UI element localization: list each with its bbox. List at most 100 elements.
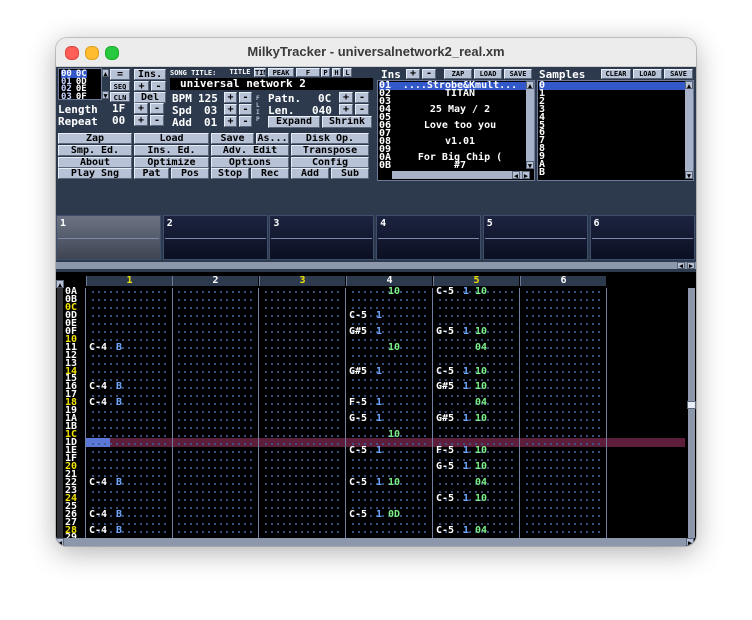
instrument-cell[interactable]: B — [116, 398, 122, 408]
instrument-button-4[interactable]: SAVE — [504, 69, 532, 79]
instrument-cell[interactable]: 1 — [463, 366, 469, 376]
volume-cell[interactable]: 10 — [475, 287, 487, 297]
sample-row[interactable]: A — [539, 160, 685, 170]
volume-cell[interactable]: 10 — [475, 461, 487, 471]
orderlist-scroll-up-icon[interactable]: ▲ — [102, 69, 109, 78]
pattern-vscroll-thumb[interactable] — [687, 401, 696, 409]
main-button-play-sng[interactable]: Play Sng — [58, 168, 132, 180]
channel-scope-6[interactable]: 6 — [589, 215, 695, 260]
channel-scope-2[interactable]: 2 — [162, 215, 268, 260]
orderlist-scroll-down-icon[interactable]: ▼ — [102, 91, 109, 100]
channel-header-5[interactable]: 5 — [433, 276, 519, 286]
instrument-cell[interactable]: 1 — [463, 493, 469, 503]
channel-header-2[interactable]: 2 — [172, 276, 258, 286]
main-button-pos[interactable]: Pos — [171, 168, 209, 180]
note-cell[interactable]: C-5 — [436, 525, 454, 535]
bpm-minus-button[interactable]: - — [239, 92, 252, 103]
instrument-button-3[interactable]: LOAD — [474, 69, 502, 79]
len-minus-button[interactable]: - — [355, 104, 369, 115]
main-button-smp-ed[interactable]: Smp. Ed. — [58, 144, 132, 156]
repeat-minus-button[interactable]: - — [150, 115, 164, 126]
length-plus-button[interactable]: + — [134, 103, 148, 114]
note-cell[interactable]: C-5 — [349, 509, 367, 519]
patn-plus-button[interactable]: + — [339, 92, 353, 103]
volume-cell[interactable]: 10 — [388, 430, 400, 440]
note-cell[interactable]: C-4 — [89, 398, 107, 408]
instrument-scroll-down-icon[interactable]: ▼ — [526, 161, 534, 170]
instrument-cell[interactable]: 1 — [463, 287, 469, 297]
instrument-cell[interactable]: 1 — [376, 477, 382, 487]
instrument-cell[interactable]: 1 — [463, 525, 469, 535]
volume-cell[interactable]: 10 — [388, 477, 400, 487]
pattern-editor[interactable]: 123456 0A 10 C-5 1 10 0B 0C 0D C-5 1 0E 0F G#5 1 G-5 1 1… — [56, 272, 696, 546]
note-cell[interactable]: C-4 — [89, 382, 107, 392]
expand-button[interactable]: Expand — [268, 116, 320, 128]
note-cell[interactable]: G-5 — [436, 326, 454, 336]
order-del-button[interactable]: Del — [134, 92, 166, 103]
instrument-row[interactable]: 02 TITAN — [379, 89, 526, 99]
main-button-sub[interactable]: Sub — [331, 168, 369, 180]
main-button-ins-ed[interactable]: Ins. Ed. — [134, 144, 209, 156]
volume-cell[interactable]: 04 — [475, 477, 487, 487]
sample-button-save[interactable]: SAVE — [664, 69, 693, 79]
main-button-config[interactable]: Config — [291, 156, 369, 168]
main-button-as[interactable]: As... — [256, 133, 289, 144]
scope-hscrollbar[interactable] — [56, 262, 696, 269]
scope-scroll-right-icon[interactable]: ◀ — [677, 262, 685, 270]
main-button-add[interactable]: Add — [291, 168, 329, 180]
pattern-scroll-right-icon[interactable]: ▶ — [686, 538, 694, 546]
note-cell[interactable]: C-5 — [436, 366, 454, 376]
instrument-scrollbar[interactable] — [526, 81, 534, 169]
volume-cell[interactable]: 10 — [388, 287, 400, 297]
main-button-stop[interactable]: Stop — [211, 168, 249, 180]
spd-plus-button[interactable]: + — [224, 104, 237, 115]
instrument-cell[interactable]: 1 — [376, 398, 382, 408]
main-button-rec[interactable]: Rec — [251, 168, 289, 180]
volume-cell[interactable]: 04 — [475, 398, 487, 408]
main-button-options[interactable]: Options — [211, 156, 289, 168]
volume-cell[interactable]: 04 — [475, 342, 487, 352]
title-mode-button-5[interactable]: H — [332, 68, 341, 77]
note-cell[interactable]: C-4 — [89, 525, 107, 535]
sample-row[interactable]: B — [539, 167, 685, 177]
volume-cell[interactable]: 04 — [475, 525, 487, 535]
instrument-cell[interactable]: 1 — [376, 310, 382, 320]
instrument-cell[interactable]: B — [116, 382, 122, 392]
instrument-cell[interactable]: 1 — [463, 461, 469, 471]
instrument-row[interactable]: 0A For Big Chip ( — [379, 153, 526, 163]
channel-scope-3[interactable]: 3 — [269, 215, 375, 260]
channel-header-3[interactable]: 3 — [259, 276, 345, 286]
note-cell[interactable]: G#5 — [349, 326, 367, 336]
title-mode-button-6[interactable]: L — [343, 68, 352, 77]
orderlist-panel[interactable]: 00 0C 01 0D 02 0E 03 0F — [58, 68, 102, 100]
instrument-scroll-right-icon[interactable]: ▶ — [522, 171, 530, 180]
instrument-cell[interactable]: 1 — [463, 326, 469, 336]
main-button-save[interactable]: Save — [211, 133, 254, 144]
channel-scope-5[interactable]: 5 — [482, 215, 588, 260]
instrument-cell[interactable]: 1 — [376, 509, 382, 519]
sample-row[interactable]: 2 — [539, 96, 685, 106]
sample-button-clear[interactable]: CLEAR — [601, 69, 631, 79]
pattern-vscrollbar-left[interactable] — [57, 288, 63, 538]
sample-row[interactable]: 4 — [539, 112, 685, 122]
pattern-hscrollbar[interactable] — [64, 538, 686, 546]
instrument-list[interactable]: 01 ....Strobe&Kmult... 02 TITAN 03 04 25 May /… — [377, 80, 535, 181]
instrument-row[interactable]: 06 Love too you — [379, 121, 526, 131]
instrument-cell[interactable]: B — [116, 342, 122, 352]
main-button-about[interactable]: About — [58, 156, 132, 168]
note-cell[interactable]: G#5 — [349, 366, 367, 376]
sample-scroll-up-icon[interactable]: ▲ — [685, 81, 693, 90]
repeat-plus-button[interactable]: + — [134, 115, 148, 126]
note-cell[interactable]: C-5 — [349, 477, 367, 487]
sample-row[interactable]: 5 — [539, 120, 685, 130]
volume-cell[interactable]: 10 — [475, 493, 487, 503]
instrument-cell[interactable]: B — [116, 525, 122, 535]
order-minus-button[interactable]: - — [151, 81, 166, 91]
main-button-disk-op[interactable]: Disk Op. — [291, 133, 369, 144]
patn-minus-button[interactable]: - — [355, 92, 369, 103]
sample-scroll-down-icon[interactable]: ▼ — [685, 171, 693, 180]
add-plus-button[interactable]: + — [224, 116, 237, 127]
pattern-vscrollbar-right[interactable] — [688, 288, 695, 538]
instrument-scroll-up-icon[interactable]: ▲ — [526, 81, 534, 90]
instrument-hscrollbar[interactable] — [392, 171, 522, 179]
